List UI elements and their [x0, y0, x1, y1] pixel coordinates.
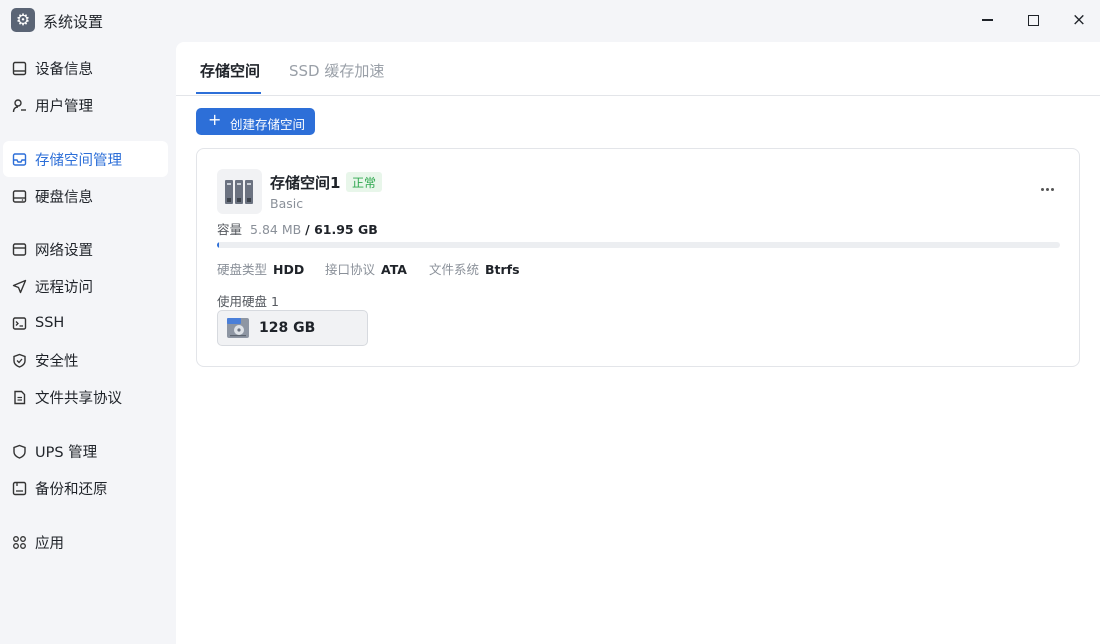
sidebar-item-network[interactable]: 网络设置 [3, 231, 168, 267]
hard-drive-icon [226, 316, 250, 340]
storage-pool-card: 存储空间1 正常 Basic 容量 5.84 MB / 61.95 GB 硬盘类型… [196, 148, 1080, 367]
create-storage-label: 创建存储空间 [230, 117, 306, 132]
sidebar-item-backup[interactable]: 备份和还原 [3, 470, 168, 506]
tab-bar: 存储空间 SSD 缓存加速 [176, 42, 1100, 96]
disk-type-value: HDD [273, 262, 305, 277]
sidebar-item-label: 文件共享协议 [35, 390, 122, 407]
disk-chip[interactable]: 128 GB [217, 310, 368, 346]
sidebar-item-label: 安全性 [35, 353, 79, 370]
sidebar-item-label: UPS 管理 [35, 444, 98, 461]
sidebar-item-security[interactable]: 安全性 [3, 342, 168, 378]
active-tab-indicator [196, 92, 261, 94]
disks-used-label: 使用硬盘 1 [217, 294, 279, 309]
storage-pool-type: Basic [270, 196, 304, 211]
sidebar-item-storage[interactable]: 存储空间管理 [3, 141, 168, 177]
sidebar-item-label: 设备信息 [35, 61, 93, 78]
capacity-progress-fill [217, 242, 219, 248]
capacity-total: / 61.95 GB [305, 222, 378, 237]
sidebar-item-disk-info[interactable]: 硬盘信息 [3, 178, 168, 214]
apps-icon [11, 534, 27, 550]
close-icon: × [1071, 9, 1087, 30]
interface-value: ATA [381, 262, 407, 277]
plus-icon: + [208, 110, 222, 129]
user-icon [11, 97, 27, 113]
interface-label: 接口协议 [325, 262, 376, 277]
storage-pool-name: 存储空间1 [270, 174, 341, 192]
sidebar-item-apps[interactable]: 应用 [3, 524, 168, 560]
capacity-used: 5.84 MB [250, 222, 302, 237]
window-title: 系统设置 [43, 13, 104, 31]
ups-shield-icon [11, 443, 27, 459]
sidebar-item-remote-access[interactable]: 远程访问 [3, 268, 168, 304]
sidebar-item-file-sharing[interactable]: 文件共享协议 [3, 379, 168, 415]
minimize-icon [981, 19, 993, 21]
storage-pool-icon [217, 169, 262, 214]
capacity-row: 容量 5.84 MB / 61.95 GB [217, 219, 378, 238]
maximize-button[interactable] [1018, 6, 1048, 34]
disk-type-prop: 硬盘类型 HDD [217, 259, 304, 278]
title-bar: ⚙ 系统设置 × [0, 0, 1100, 42]
sidebar: 设备信息 用户管理 存储空间管理 硬盘信息 网络设置 远程访问 SSH 安全性 … [0, 42, 176, 644]
shield-icon [11, 352, 27, 368]
maximize-icon [1027, 14, 1039, 26]
gear-icon: ⚙ [11, 8, 35, 32]
network-icon [11, 241, 27, 257]
filesystem-label: 文件系统 [429, 262, 480, 277]
main-panel: 存储空间 SSD 缓存加速 + 创建存储空间 存储空间1 正常 Basic 容量… [176, 42, 1100, 644]
device-icon [11, 60, 27, 76]
sidebar-item-label: 备份和还原 [35, 481, 108, 498]
minimize-button[interactable] [972, 6, 1002, 34]
dot [1040, 187, 1044, 191]
sidebar-item-label: 应用 [35, 535, 64, 552]
sidebar-item-label: 存储空间管理 [35, 152, 122, 169]
backup-icon [11, 480, 27, 496]
dot [1045, 187, 1049, 191]
dot [1050, 187, 1054, 191]
status-badge: 正常 [346, 172, 383, 192]
capacity-progress-bar [217, 242, 1060, 248]
sidebar-item-label: 远程访问 [35, 279, 93, 296]
disk-type-label: 硬盘类型 [217, 262, 268, 277]
disk-size: 128 GB [259, 320, 316, 336]
filesystem-value: Btrfs [485, 262, 520, 277]
more-options-button[interactable] [1037, 181, 1057, 197]
filesystem-prop: 文件系统 Btrfs [429, 259, 520, 278]
storage-icon [11, 151, 27, 167]
capacity-label: 容量 [217, 222, 243, 237]
disk-icon [11, 188, 27, 204]
sidebar-item-label: SSH [35, 315, 65, 331]
create-storage-button[interactable]: + 创建存储空间 [196, 108, 315, 135]
document-icon [11, 389, 27, 405]
tab-ssd-cache[interactable]: SSD 缓存加速 [289, 60, 384, 81]
sidebar-item-ups[interactable]: UPS 管理 [3, 433, 168, 469]
interface-prop: 接口协议 ATA [325, 259, 407, 278]
sidebar-item-ssh[interactable]: SSH [3, 305, 168, 341]
tab-storage-space[interactable]: 存储空间 [200, 60, 260, 81]
sidebar-item-device-info[interactable]: 设备信息 [3, 50, 168, 86]
sidebar-item-users[interactable]: 用户管理 [3, 87, 168, 123]
sidebar-item-label: 网络设置 [35, 242, 93, 259]
terminal-icon [11, 315, 27, 331]
send-icon [11, 278, 27, 294]
close-button[interactable]: × [1064, 6, 1094, 34]
sidebar-item-label: 用户管理 [35, 98, 93, 115]
sidebar-item-label: 硬盘信息 [35, 189, 93, 206]
